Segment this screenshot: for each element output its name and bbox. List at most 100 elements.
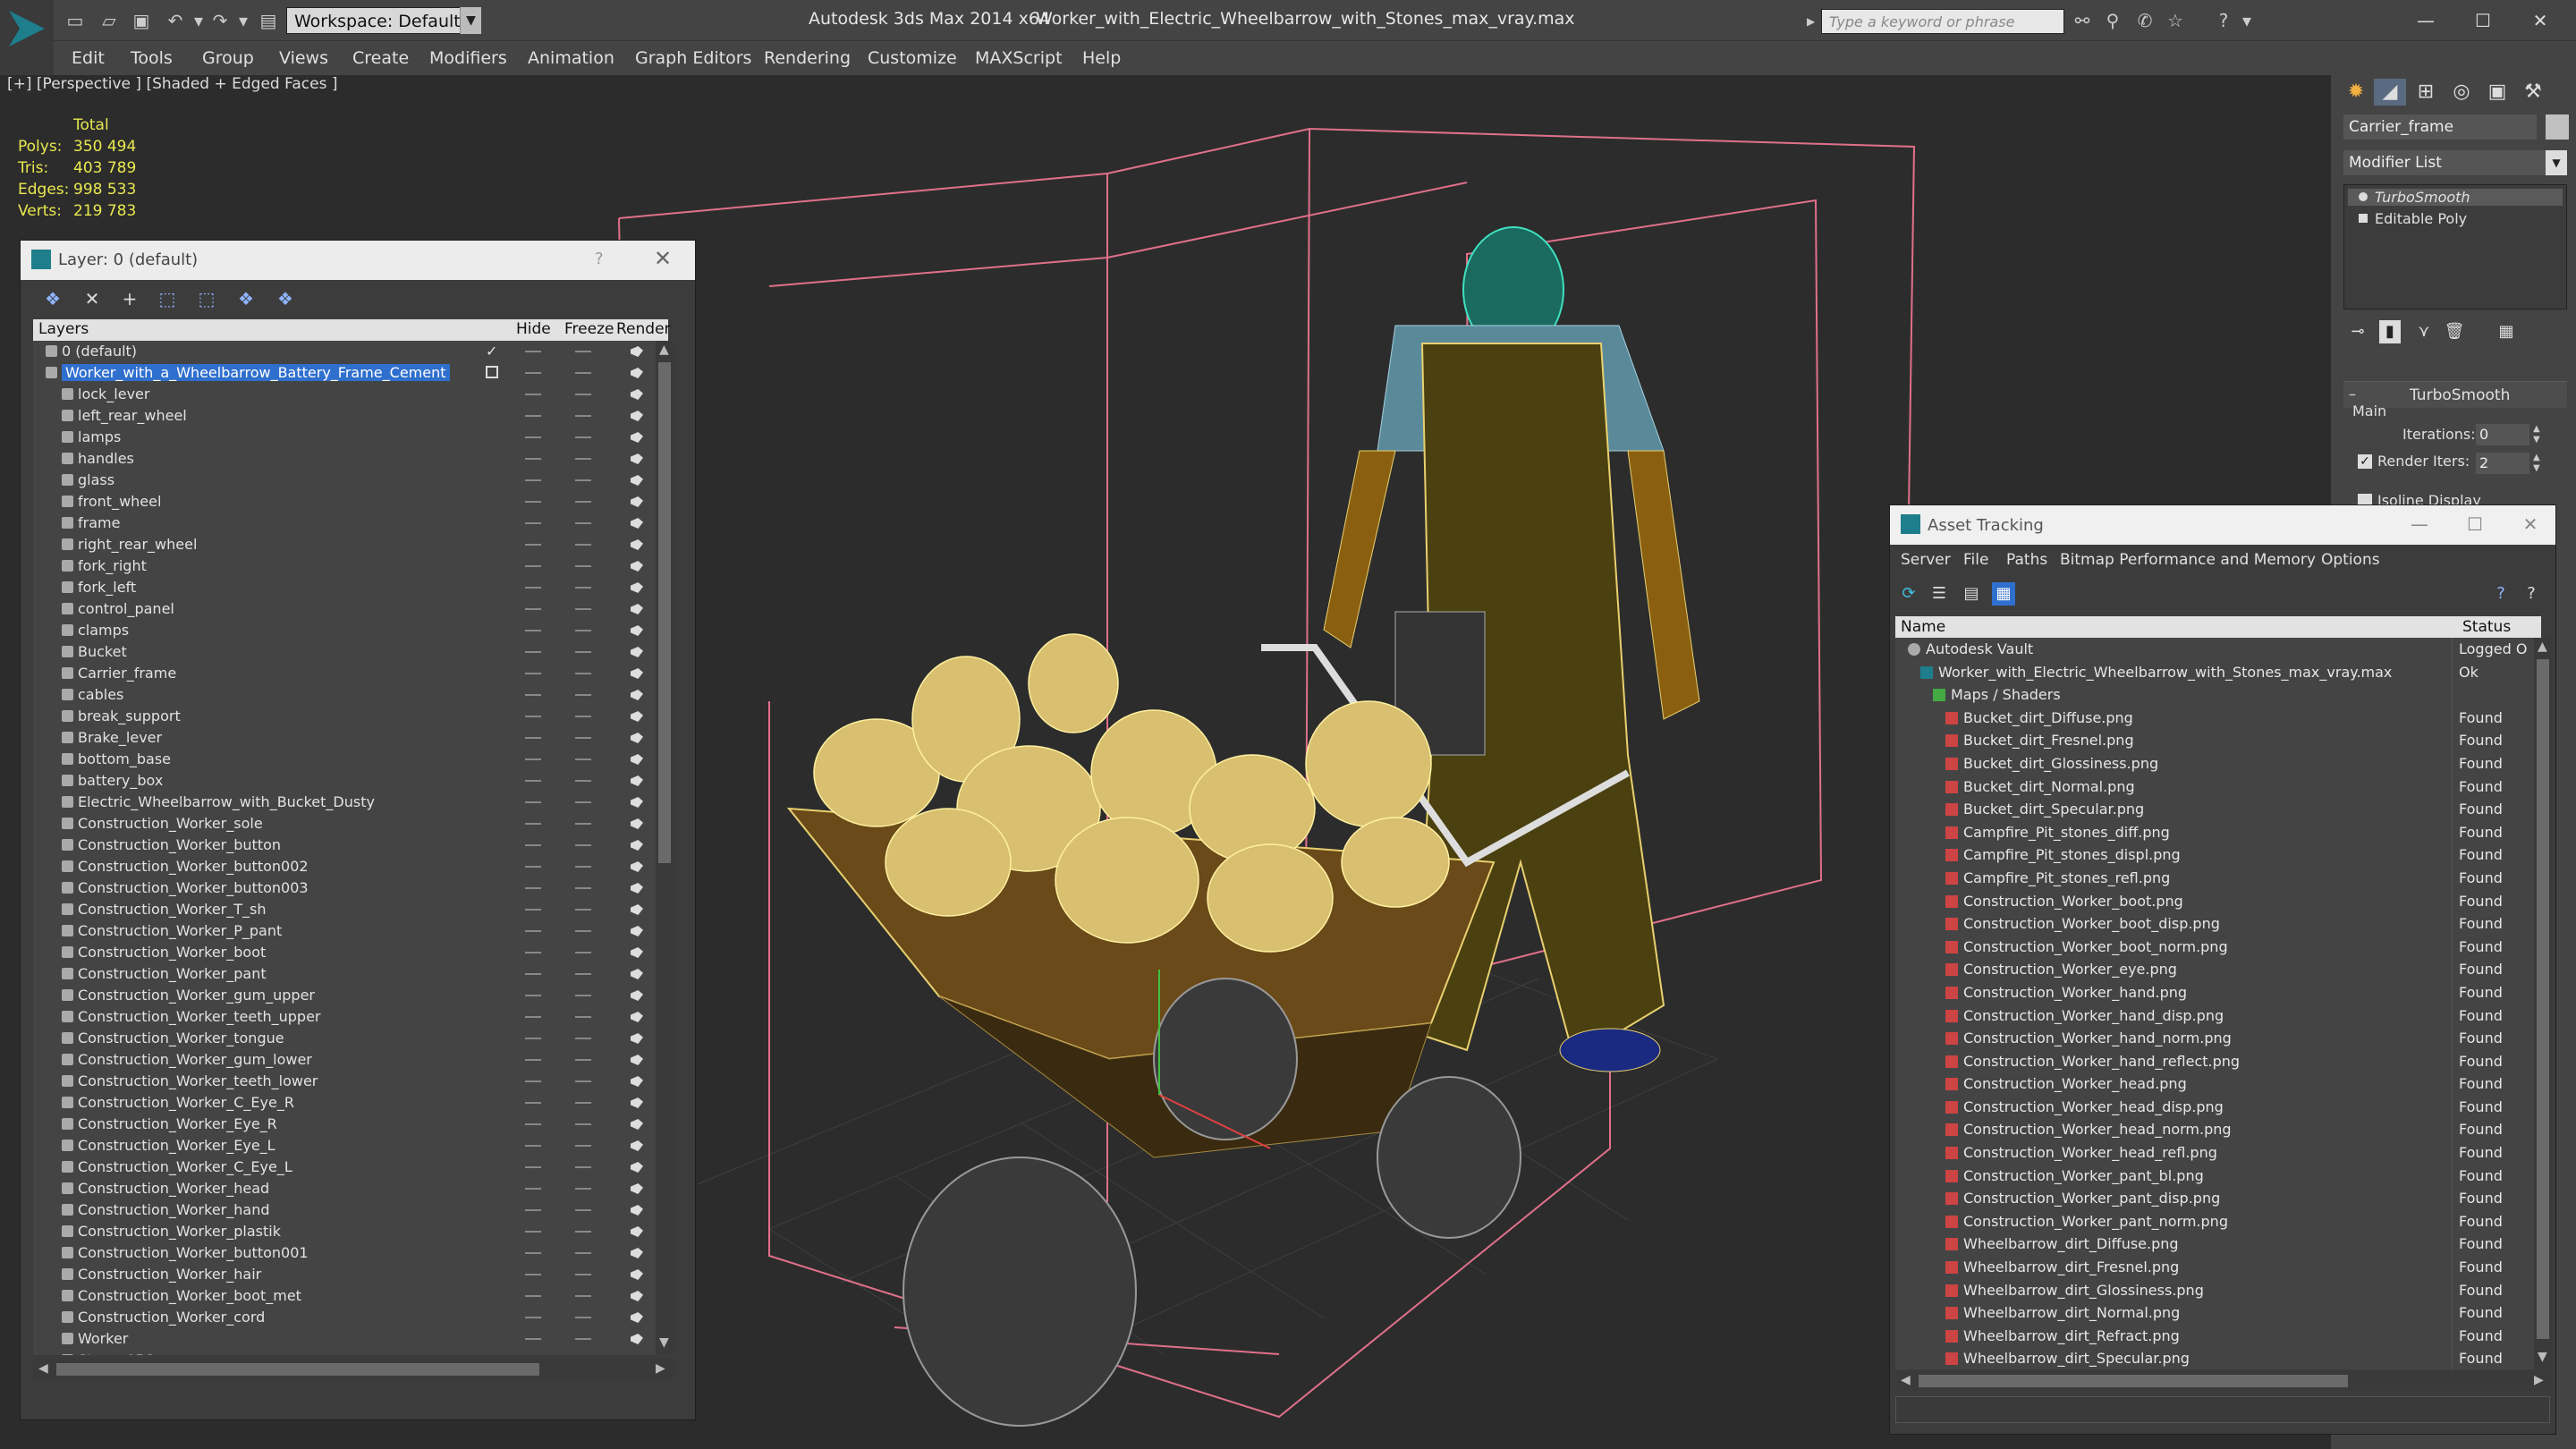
render-teapot-icon[interactable] bbox=[631, 561, 643, 572]
spinner-up-icon[interactable]: ▲ bbox=[2533, 424, 2544, 435]
layer-name[interactable]: cables bbox=[78, 686, 123, 703]
redo-dropdown-icon[interactable]: ▾ bbox=[233, 10, 254, 31]
render-teapot-icon[interactable] bbox=[631, 1076, 643, 1087]
layer-name[interactable]: Construction_Worker_pant bbox=[78, 965, 267, 982]
layer-row[interactable]: Construction_Worker_plastik bbox=[33, 1221, 656, 1242]
asset-horizontal-scrollbar[interactable]: ◀ ▶ bbox=[1895, 1371, 2552, 1391]
render-teapot-icon[interactable] bbox=[631, 496, 643, 507]
expand-box-icon[interactable] bbox=[2359, 214, 2368, 223]
layer-name[interactable]: Brake_lever bbox=[78, 729, 162, 746]
minimize-icon[interactable]: — bbox=[2402, 509, 2437, 539]
layer-name[interactable]: lamps bbox=[78, 428, 121, 445]
asset-row[interactable]: Bucket_dirt_Normal.png Found bbox=[1895, 775, 2534, 799]
active-layer-check-icon[interactable]: ✓ bbox=[486, 343, 497, 360]
render-teapot-icon[interactable] bbox=[631, 453, 643, 464]
hide-toggle[interactable] bbox=[525, 1209, 541, 1211]
freeze-toggle[interactable] bbox=[575, 716, 591, 717]
menu-tools[interactable]: Tools bbox=[131, 48, 173, 68]
layer-row[interactable]: handles bbox=[33, 448, 656, 470]
layer-row[interactable]: fork_left bbox=[33, 577, 656, 598]
asset-row[interactable]: Construction_Worker_pant_norm.png Found bbox=[1895, 1209, 2534, 1233]
menu-views[interactable]: Views bbox=[279, 48, 328, 68]
freeze-toggle[interactable] bbox=[575, 909, 591, 911]
freeze-toggle[interactable] bbox=[575, 952, 591, 953]
layer-row[interactable]: break_support bbox=[33, 706, 656, 727]
layer-name[interactable]: control_panel bbox=[78, 600, 174, 617]
layer-name[interactable]: Construction_Worker_C_Eye_R bbox=[78, 1094, 294, 1111]
chevron-left-icon[interactable]: ◀ bbox=[38, 1361, 48, 1376]
hide-toggle[interactable] bbox=[525, 372, 541, 374]
layer-row[interactable]: cables bbox=[33, 684, 656, 706]
layer-vertical-scrollbar[interactable]: ▲ ▼ bbox=[656, 341, 674, 1355]
help-icon[interactable]: ? bbox=[2489, 582, 2512, 606]
layer-name[interactable]: Carrier_frame bbox=[78, 665, 176, 682]
layer-row[interactable]: fork_right bbox=[33, 555, 656, 577]
delete-layer-icon[interactable]: ✕ bbox=[80, 287, 105, 310]
configure-sets-icon[interactable]: ▦ bbox=[2496, 320, 2517, 343]
freeze-toggle[interactable] bbox=[575, 1145, 591, 1147]
hide-toggle[interactable] bbox=[525, 522, 541, 524]
hide-toggle[interactable] bbox=[525, 973, 541, 975]
asset-row[interactable]: Construction_Worker_boot_disp.png Found bbox=[1895, 912, 2534, 936]
hide-toggle[interactable] bbox=[525, 887, 541, 889]
highlight-layer-icon[interactable]: ⬚ bbox=[194, 287, 219, 310]
render-teapot-icon[interactable] bbox=[631, 818, 643, 829]
asset-row[interactable]: Wheelbarrow_dirt_Fresnel.png Found bbox=[1895, 1256, 2534, 1279]
layer-row[interactable]: Construction_Worker_hair bbox=[33, 1264, 656, 1285]
maximize-icon[interactable]: ☐ bbox=[2457, 509, 2493, 539]
lightbulb-icon[interactable] bbox=[2359, 192, 2368, 201]
hide-toggle[interactable] bbox=[525, 780, 541, 782]
hide-toggle[interactable] bbox=[525, 1016, 541, 1018]
asset-row[interactable]: Construction_Worker_pant_disp.png Found bbox=[1895, 1187, 2534, 1210]
hide-all-layers-icon[interactable]: ❖ bbox=[233, 287, 258, 310]
list-view-icon[interactable]: ☰ bbox=[1928, 582, 1951, 606]
layer-row[interactable]: Construction_Worker_gum_lower bbox=[33, 1049, 656, 1071]
layer-horizontal-scrollbar[interactable]: ◀ ▶ bbox=[33, 1359, 674, 1380]
freeze-toggle[interactable] bbox=[575, 758, 591, 760]
render-teapot-icon[interactable] bbox=[631, 647, 643, 657]
render-teapot-icon[interactable] bbox=[631, 368, 643, 378]
menu-create[interactable]: Create bbox=[352, 48, 409, 68]
hide-toggle[interactable] bbox=[525, 1123, 541, 1125]
hide-toggle[interactable] bbox=[525, 758, 541, 760]
render-teapot-icon[interactable] bbox=[631, 840, 643, 851]
asset-row[interactable]: Construction_Worker_hand_disp.png Found bbox=[1895, 1004, 2534, 1028]
render-teapot-icon[interactable] bbox=[631, 582, 643, 593]
layer-name[interactable]: Electric_Wheelbarrow_with_Bucket_Dusty bbox=[78, 793, 375, 810]
chevron-up-icon[interactable]: ▲ bbox=[659, 343, 669, 357]
asset-row[interactable]: Construction_Worker_head_norm.png Found bbox=[1895, 1118, 2534, 1141]
asset-row[interactable]: Wheelbarrow_dirt_Normal.png Found bbox=[1895, 1301, 2534, 1325]
hide-toggle[interactable] bbox=[525, 844, 541, 846]
layer-row[interactable]: Worker_with_a_Wheelbarrow_Battery_Frame_… bbox=[33, 362, 656, 384]
freeze-toggle[interactable] bbox=[575, 1338, 591, 1340]
freeze-toggle[interactable] bbox=[575, 1252, 591, 1254]
chevron-down-icon[interactable]: ▼ bbox=[2546, 150, 2567, 175]
layer-row[interactable]: control_panel bbox=[33, 598, 656, 620]
freeze-toggle[interactable] bbox=[575, 1274, 591, 1275]
freeze-toggle[interactable] bbox=[575, 995, 591, 996]
app-logo-button[interactable] bbox=[0, 0, 54, 75]
layer-row[interactable]: battery_box bbox=[33, 770, 656, 792]
hide-toggle[interactable] bbox=[525, 823, 541, 825]
freeze-toggle[interactable] bbox=[575, 780, 591, 782]
layer-row[interactable]: Stone_056 bbox=[33, 1350, 656, 1355]
hide-toggle[interactable] bbox=[525, 694, 541, 696]
undo-dropdown-icon[interactable]: ▾ bbox=[188, 10, 209, 31]
hide-toggle[interactable] bbox=[525, 630, 541, 631]
refresh-icon[interactable]: ⟳ bbox=[1897, 582, 1920, 606]
menu-customize[interactable]: Customize bbox=[868, 48, 957, 68]
table-view-icon[interactable]: ▦ bbox=[1992, 582, 2015, 606]
layer-name[interactable]: Bucket bbox=[78, 643, 127, 660]
context-help-icon[interactable]: ? bbox=[2520, 582, 2543, 606]
hide-toggle[interactable] bbox=[525, 1080, 541, 1082]
freeze-toggle[interactable] bbox=[575, 1102, 591, 1104]
hide-toggle[interactable] bbox=[525, 415, 541, 417]
layer-row[interactable]: Construction_Worker_boot bbox=[33, 942, 656, 963]
hide-toggle[interactable] bbox=[525, 930, 541, 932]
layer-name[interactable]: Construction_Worker_hair bbox=[78, 1266, 261, 1283]
column-layers[interactable]: Layers bbox=[38, 320, 89, 338]
layer-name[interactable]: Construction_Worker_boot_met bbox=[78, 1287, 301, 1304]
render-teapot-icon[interactable] bbox=[631, 1226, 643, 1237]
freeze-toggle[interactable] bbox=[575, 1016, 591, 1018]
layer-name[interactable]: left_rear_wheel bbox=[78, 407, 187, 424]
